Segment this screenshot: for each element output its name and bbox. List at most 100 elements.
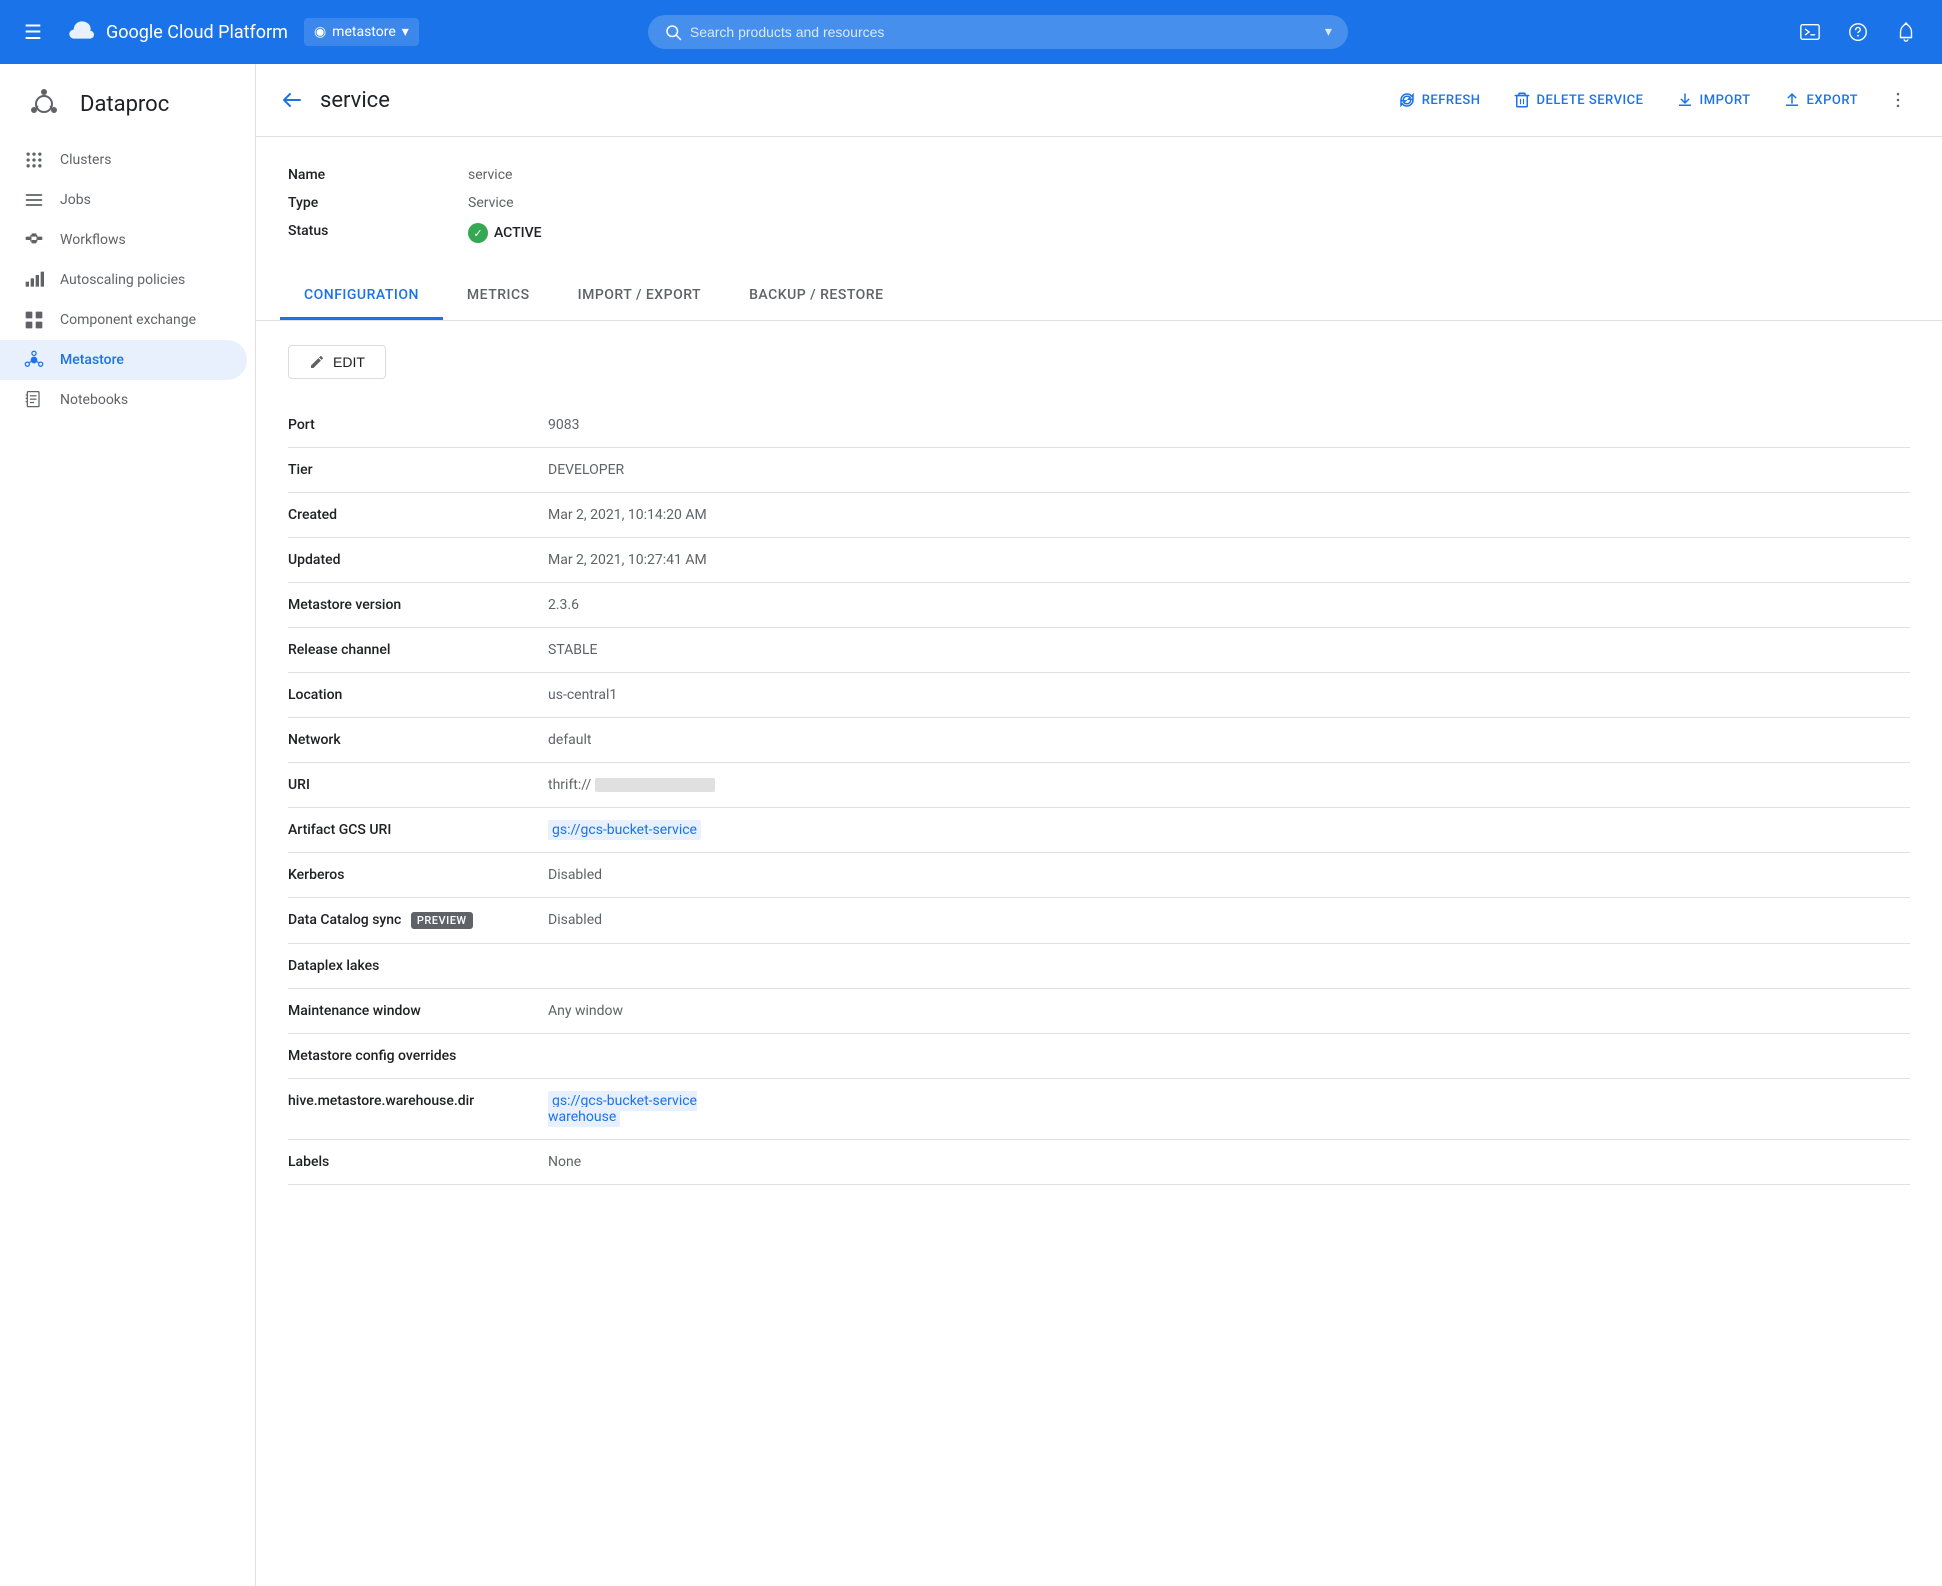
updated-value: Mar 2, 2021, 10:27:41 AM [548,538,1910,583]
config-row-data-catalog-sync: Data Catalog sync PREVIEW Disabled [288,898,1910,944]
notification-button[interactable] [1886,12,1926,52]
search-input[interactable] [690,24,1317,40]
clusters-icon [24,150,44,170]
autoscaling-icon [24,270,44,290]
sidebar-item-clusters[interactable]: Clusters [0,140,247,180]
pencil-icon [309,354,325,370]
maintenance-window-label: Maintenance window [288,989,548,1034]
notebooks-icon [24,390,44,410]
sidebar-item-label: Notebooks [60,392,128,408]
sidebar-item-label: Autoscaling policies [60,272,185,288]
release-channel-label: Release channel [288,628,548,673]
tab-configuration[interactable]: CONFIGURATION [280,273,443,320]
app-body: Dataproc Clusters [0,64,1942,1586]
name-value: service [468,167,512,183]
status-value: ACTIVE [468,223,542,243]
uri-label: URI [288,763,548,808]
network-label: Network [288,718,548,763]
config-row-network: Network default [288,718,1910,763]
sidebar-header: Dataproc [0,72,255,140]
cloud-logo [66,16,98,48]
import-label: IMPORT [1700,93,1751,108]
workflows-icon [24,230,44,250]
delete-icon [1513,91,1531,109]
sidebar-item-label: Jobs [60,192,91,208]
more-options-button[interactable] [1878,80,1918,120]
name-label: Name [288,167,468,183]
artifact-gcs-uri-value: gs://gcs-bucket-service [548,808,1910,853]
service-info: Name service Type Service Status ACTIVE [256,137,1942,265]
tier-label: Tier [288,448,548,493]
refresh-button[interactable]: REFRESH [1386,83,1493,117]
hive-warehouse-link[interactable]: gs://gcs-bucket-servicewarehouse [548,1093,697,1125]
config-row-maintenance-window: Maintenance window Any window [288,989,1910,1034]
search-expand-icon: ▾ [1325,24,1332,40]
maintenance-window-value: Any window [548,989,1910,1034]
sidebar-app-title: Dataproc [80,92,169,117]
data-catalog-sync-label: Data Catalog sync PREVIEW [288,898,548,944]
sidebar: Dataproc Clusters [0,64,256,1586]
search-icon [664,23,682,41]
port-value: 9083 [548,403,1910,448]
port-label: Port [288,403,548,448]
hamburger-menu[interactable]: ☰ [16,12,50,52]
metastore-version-label: Metastore version [288,583,548,628]
search-bar[interactable]: ▾ [648,15,1348,49]
location-label: Location [288,673,548,718]
status-text: ACTIVE [494,225,542,241]
config-row-dataplex-lakes: Dataplex lakes [288,944,1910,989]
tier-value: DEVELOPER [548,448,1910,493]
sidebar-item-workflows[interactable]: Workflows [0,220,247,260]
sidebar-item-metastore[interactable]: Metastore [0,340,247,380]
help-button[interactable] [1838,12,1878,52]
component-exchange-icon [24,310,44,330]
artifact-gcs-uri-label: Artifact GCS URI [288,808,548,853]
status-label: Status [288,223,468,239]
labels-label: Labels [288,1140,548,1185]
config-row-kerberos: Kerberos Disabled [288,853,1910,898]
artifact-gcs-uri-link[interactable]: gs://gcs-bucket-service [552,822,697,838]
import-button[interactable]: IMPORT [1664,83,1763,117]
labels-value: None [548,1140,1910,1185]
config-row-created: Created Mar 2, 2021, 10:14:20 AM [288,493,1910,538]
delete-service-button[interactable]: DELETE SERVICE [1501,83,1656,117]
sidebar-item-autoscaling[interactable]: Autoscaling policies [0,260,247,300]
sidebar-item-label: Clusters [60,152,111,168]
main-content: service REFRESH [256,64,1942,1586]
refresh-icon [1398,91,1416,109]
terminal-button[interactable] [1790,12,1830,52]
tabs-bar: CONFIGURATION METRICS IMPORT / EXPORT BA… [256,273,1942,321]
dataplex-lakes-label: Dataplex lakes [288,944,548,989]
kerberos-label: Kerberos [288,853,548,898]
sidebar-item-component-exchange[interactable]: Component exchange [0,300,247,340]
tab-metrics[interactable]: METRICS [443,273,554,320]
delete-label: DELETE SERVICE [1537,93,1644,108]
back-button[interactable] [280,88,304,112]
status-row: Status ACTIVE [288,217,1910,249]
project-selector[interactable]: ◉ metastore ▾ [304,18,419,46]
project-name: metastore [332,24,396,40]
sidebar-item-label: Workflows [60,232,126,248]
tab-backup-restore[interactable]: BACKUP / RESTORE [725,273,907,320]
config-row-port: Port 9083 [288,403,1910,448]
created-label: Created [288,493,548,538]
config-row-labels: Labels None [288,1140,1910,1185]
export-button[interactable]: EXPORT [1771,83,1870,117]
chevron-down-icon: ▾ [402,24,409,40]
sidebar-item-notebooks[interactable]: Notebooks [0,380,247,420]
hive-warehouse-value: gs://gcs-bucket-servicewarehouse [548,1079,1910,1140]
tab-import-export[interactable]: IMPORT / EXPORT [554,273,725,320]
sidebar-item-jobs[interactable]: Jobs [0,180,247,220]
uri-value: thrift:// [548,763,1910,808]
metastore-config-overrides-value [548,1034,1910,1079]
brand-title: Google Cloud Platform [106,22,288,43]
config-row-tier: Tier DEVELOPER [288,448,1910,493]
edit-button[interactable]: EDIT [288,345,386,379]
name-row: Name service [288,161,1910,189]
header-actions: REFRESH DELETE SERVICE [1386,80,1918,120]
metastore-version-value: 2.3.6 [548,583,1910,628]
import-icon [1676,91,1694,109]
updated-label: Updated [288,538,548,583]
jobs-icon [24,190,44,210]
status-badge: ACTIVE [468,223,542,243]
